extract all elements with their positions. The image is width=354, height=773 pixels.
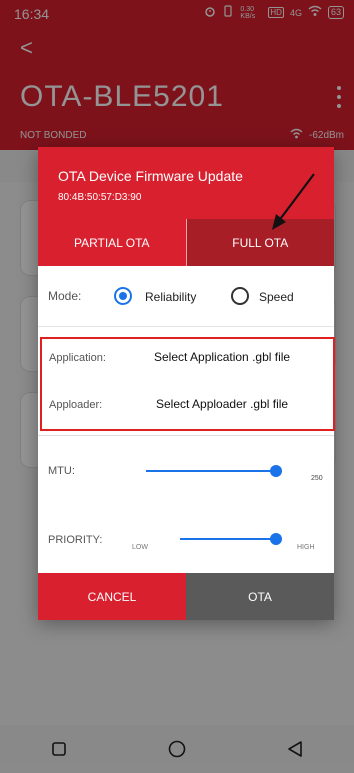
ota-button[interactable]: OTA (186, 573, 334, 620)
select-apploader-button[interactable]: Select Apploader .gbl file (156, 397, 288, 411)
select-application-button[interactable]: Select Application .gbl file (154, 350, 290, 364)
priority-high-label: HIGH (297, 544, 315, 551)
annotation-arrow-icon (272, 173, 315, 230)
apploader-label: Apploader: (49, 399, 103, 411)
mode-label: Mode: (48, 289, 82, 303)
mtu-label: MTU: (48, 465, 75, 477)
mode-row: Mode: Reliability Speed (38, 267, 334, 327)
priority-low-label: LOW (132, 544, 148, 551)
reliability-label[interactable]: Reliability (145, 290, 196, 304)
mtu-value: 250 (311, 475, 323, 482)
application-label: Application: (49, 352, 106, 364)
mtu-slider-thumb[interactable] (270, 465, 282, 477)
priority-label: PRIORITY: (48, 534, 103, 546)
reliability-radio[interactable] (114, 287, 132, 305)
tab-partial-ota[interactable]: PARTIAL OTA (38, 219, 187, 266)
priority-slider-track[interactable] (180, 538, 276, 540)
dialog-buttons: CANCEL OTA (38, 573, 334, 620)
device-address: 80:4B:50:57:D3:90 (58, 192, 142, 203)
file-selection-box: Application: Select Application .gbl fil… (40, 337, 335, 431)
apploader-row: Apploader: Select Apploader .gbl file (42, 386, 333, 431)
speed-label[interactable]: Speed (259, 290, 294, 304)
application-row: Application: Select Application .gbl fil… (42, 339, 333, 384)
divider (38, 435, 334, 436)
dialog-title: OTA Device Firmware Update (58, 168, 243, 184)
mtu-slider-track[interactable] (146, 470, 276, 472)
cancel-button[interactable]: CANCEL (38, 573, 186, 620)
speed-radio[interactable] (231, 287, 249, 305)
priority-slider-thumb[interactable] (270, 533, 282, 545)
